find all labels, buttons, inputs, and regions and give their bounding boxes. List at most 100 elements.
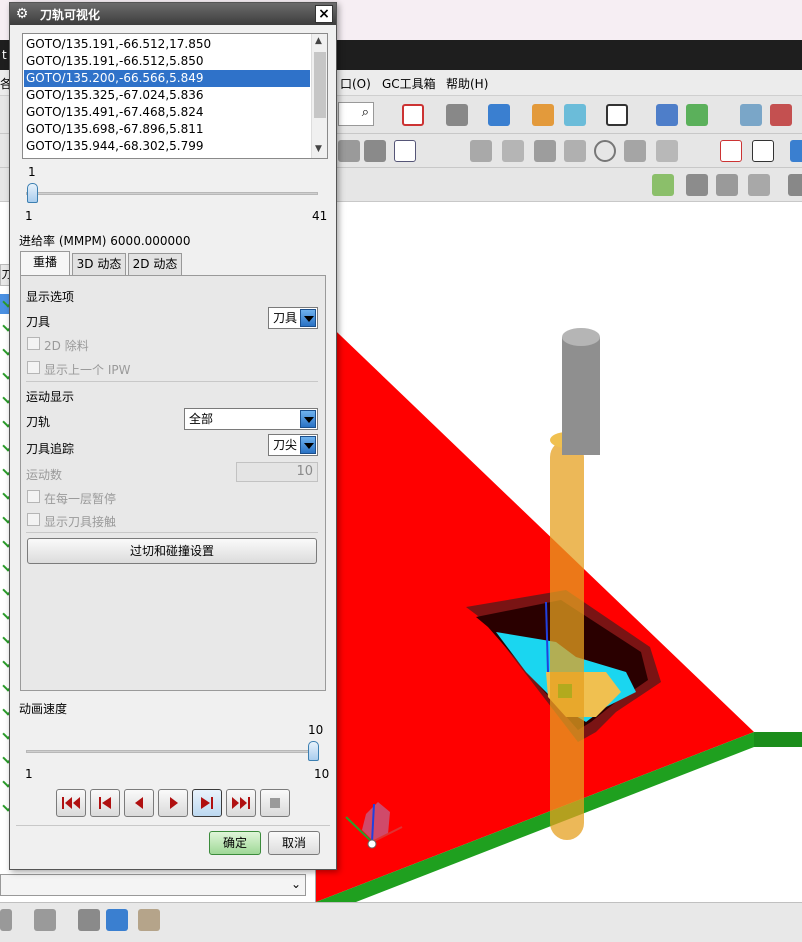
fast-forward-to-end-button[interactable] (226, 789, 256, 817)
step-back-button[interactable] (90, 789, 120, 817)
list-item[interactable]: GOTO/135.325,-67.024,5.836 (24, 87, 310, 104)
menu-help[interactable]: 帮助(H) (446, 75, 488, 92)
machine-icon[interactable] (686, 174, 708, 196)
list-item-selected[interactable]: GOTO/135.200,-66.566,5.849 (24, 70, 310, 87)
skip-end-icon (232, 797, 250, 809)
op-icon-8[interactable] (790, 140, 802, 162)
gear-icon[interactable]: ⚙ (13, 5, 31, 23)
op-icon-1[interactable] (338, 140, 360, 162)
fit-view-icon[interactable] (402, 104, 424, 126)
cube-view-icon[interactable] (488, 104, 510, 126)
list-item[interactable]: GOTO/135.491,-67.468,5.824 (24, 104, 310, 121)
tool-holder-top (562, 328, 600, 346)
checkbox-show-contact[interactable] (27, 513, 40, 526)
measure-icon[interactable] (78, 909, 100, 931)
play-forward-button[interactable] (158, 789, 188, 817)
op-icon-3[interactable] (470, 140, 492, 162)
chevron-down-icon[interactable] (300, 410, 316, 428)
op-icon-2[interactable] (364, 140, 386, 162)
position-slider-track[interactable] (26, 192, 318, 195)
wcs-icon[interactable] (740, 104, 762, 126)
section-icon[interactable] (564, 104, 586, 126)
app-title-fragment: t (2, 48, 7, 62)
rewind-to-start-button[interactable] (56, 789, 86, 817)
cancel-button[interactable]: 取消 (268, 831, 320, 855)
list-item[interactable]: GOTO/135.191,-66.512,5.850 (24, 53, 310, 70)
verify-icon[interactable] (652, 174, 674, 196)
circle-icon[interactable] (594, 140, 616, 162)
op-icon-4[interactable] (502, 140, 524, 162)
feed-rate: 进给率 (MMPM) 6000.000000 (19, 234, 191, 248)
tab-3d-dynamic[interactable]: 3D 动态 (72, 253, 126, 275)
checkbox-2d-remove[interactable] (27, 337, 40, 350)
search-box[interactable]: ⌕ (338, 102, 374, 126)
orient-icon[interactable] (686, 104, 708, 126)
step-forward-icon (201, 797, 213, 809)
toolpath-visualization-dialog: ⚙ 刀轨可视化 × GOTO/135.191,-66.512,17.850 GO… (9, 2, 337, 870)
position-value: 1 (28, 165, 36, 179)
anim-speed-track[interactable] (26, 750, 318, 753)
doc-icon[interactable] (394, 140, 416, 162)
close-button[interactable]: × (315, 5, 333, 23)
list-item[interactable]: GOTO/135.698,-67.896,5.811 (24, 121, 310, 138)
tool-icon[interactable] (788, 174, 802, 196)
probe-icon[interactable] (720, 140, 742, 162)
chevron-down-icon[interactable] (300, 309, 316, 327)
step-forward-button[interactable] (192, 789, 222, 817)
scroll-down-icon[interactable]: ▼ (315, 144, 322, 154)
checkbox-pause-layer[interactable] (27, 490, 40, 503)
list-item[interactable]: GOTO/135.944,-68.302,5.799 (24, 138, 310, 155)
position-min: 1 (25, 209, 33, 223)
layer-icon[interactable] (532, 104, 554, 126)
render-style-icon[interactable] (446, 104, 468, 126)
position-slider-thumb[interactable] (27, 183, 38, 203)
cube-select-icon[interactable] (106, 909, 128, 931)
dialog-titlebar[interactable]: ⚙ 刀轨可视化 × (10, 3, 336, 25)
gouge-collision-settings-button[interactable]: 过切和碰撞设置 (27, 538, 317, 564)
bottom-toolbar (0, 902, 802, 942)
op-icon-7[interactable] (656, 140, 678, 162)
skip-start-icon (62, 797, 80, 809)
list-item[interactable]: GOTO/135.191,-66.512,17.850 (24, 36, 310, 53)
plate-side (754, 732, 802, 747)
label-show-prev-ipw: 显示上一个 IPW (44, 363, 131, 377)
step-back-icon (99, 797, 111, 809)
motion-count-field[interactable]: 10 (236, 462, 318, 482)
snap-icon[interactable] (0, 909, 12, 931)
checkbox-show-prev-ipw[interactable] (27, 361, 40, 374)
anim-speed-thumb[interactable] (308, 741, 319, 761)
tab-2d-dynamic[interactable]: 2D 动态 (128, 253, 182, 275)
path-value: 全部 (189, 412, 214, 426)
box-icon[interactable] (138, 909, 160, 931)
path-select[interactable]: 全部 (184, 408, 318, 430)
scroll-up-icon[interactable]: ▲ (315, 36, 322, 46)
machine-icon-2[interactable] (716, 174, 738, 196)
op-icon-6[interactable] (564, 140, 586, 162)
motion-count-label: 运动数 (26, 468, 63, 482)
scroll-thumb[interactable] (314, 52, 326, 118)
tab-replay[interactable]: 重播 (20, 251, 70, 275)
label-pause-layer: 在每一层暂停 (44, 492, 117, 506)
tool-display-select[interactable]: 刀具 (268, 307, 318, 329)
tool-holder (562, 337, 600, 455)
stop-button[interactable] (260, 789, 290, 817)
list-icon[interactable] (748, 174, 770, 196)
op-icon-5[interactable] (534, 140, 556, 162)
background-icon[interactable] (606, 104, 628, 126)
ok-button[interactable]: 确定 (209, 831, 261, 855)
trace-select[interactable]: 刀尖 (268, 434, 318, 456)
csys-icon[interactable] (656, 104, 678, 126)
probe-icon-2[interactable] (752, 140, 774, 162)
point-icon[interactable] (770, 104, 792, 126)
graphics-viewport[interactable] (316, 202, 802, 902)
chevron-down-icon[interactable] (300, 436, 316, 454)
tree-combo[interactable]: ⌄ (0, 874, 306, 896)
menu-window[interactable]: 口(O) (340, 75, 371, 92)
goto-list[interactable]: GOTO/135.191,-66.512,17.850 GOTO/135.191… (22, 33, 328, 159)
path-label: 刀轨 (26, 415, 51, 429)
play-backward-button[interactable] (124, 789, 154, 817)
list-scrollbar[interactable]: ▲ ▼ (311, 34, 327, 158)
plane-icon[interactable] (34, 909, 56, 931)
curve-icon[interactable] (624, 140, 646, 162)
menu-gc-toolbox[interactable]: GC工具箱 (382, 75, 436, 92)
